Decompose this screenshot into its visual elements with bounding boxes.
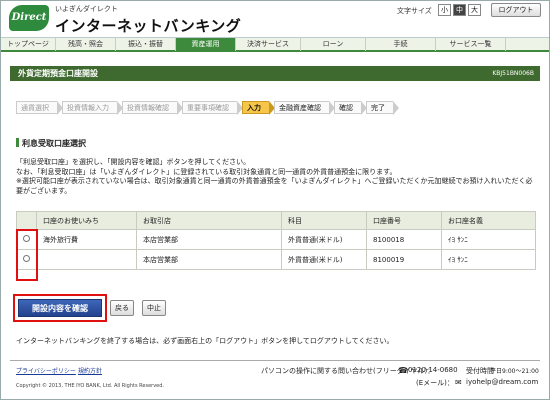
copyright: Copyright © 2013, THE IYO BANK, Ltd. All…	[16, 383, 165, 389]
nav-item-settlement[interactable]: 決済サービス	[236, 38, 301, 51]
footer-divider	[10, 360, 540, 361]
account-number-cell: 8100018	[366, 229, 442, 250]
header: Direct いよぎんダイレクト インターネットバンキング 文字サイズ 小 中 …	[1, 1, 549, 37]
table-header-select	[16, 211, 37, 230]
logout-button[interactable]: ログアウト	[491, 3, 541, 17]
screen-code: KBJ51BN006B	[492, 70, 534, 77]
direct-logo: Direct	[9, 5, 49, 31]
cancel-button[interactable]: 中止	[142, 300, 166, 316]
phone-number: 0120-14-0680	[408, 366, 458, 374]
button-highlight-box	[13, 294, 107, 322]
progress-steps: 通貨選択 投資情報入力 投資情報確認 重要事項確認 入力 金融資産確認 確認 完…	[16, 101, 399, 116]
account-number-cell: 8100019	[366, 249, 442, 270]
table-row[interactable]: 本店営業部 外貨普通(米ドル) 8100019 ｲﾖ ｻﾝﾆ	[16, 249, 536, 270]
nav-item-procedures[interactable]: 手続	[366, 38, 436, 51]
step-financial-assets: 金融資産確認	[274, 101, 335, 115]
nav-item-top[interactable]: トップページ	[1, 38, 56, 51]
instruction-line: なお、「利息受取口座」は「いよぎんダイレクト」に登録されている取引対象通貨と同一…	[16, 167, 397, 176]
section-heading: 利息受取口座選択	[16, 138, 86, 149]
terms-link[interactable]: 規約方針	[78, 366, 102, 375]
step-investment-confirm: 投資情報確認	[122, 101, 183, 115]
table-header-account-number: 口座番号	[366, 211, 442, 230]
instruction-line: 「利息受取口座」を選択し、「開設内容を確認」ボタンを押してください。	[16, 158, 251, 166]
hours: 平日9:00～21:00	[490, 368, 539, 375]
usage-cell	[36, 249, 137, 270]
mail-icon: ✉	[455, 378, 462, 387]
branch-cell: 本店営業部	[136, 249, 282, 270]
font-size-label: 文字サイズ	[397, 7, 432, 15]
email-label: (Eメール)：	[416, 379, 454, 387]
step-complete: 完了	[366, 101, 399, 115]
phone-icon: ☎	[398, 366, 408, 375]
step-input: 入力	[242, 101, 275, 115]
nav-item-balance[interactable]: 残高・照会	[56, 38, 116, 51]
account-holder-cell: ｲﾖ ｻﾝﾆ	[441, 229, 536, 250]
account-table: 口座のお使いみち お取引店 科目 口座番号 お口座名義 海外旅行費 本店営業部 …	[16, 211, 536, 270]
nav-item-service-list[interactable]: サービス一覧	[436, 38, 506, 51]
table-header-row: 口座のお使いみち お取引店 科目 口座番号 お口座名義	[16, 211, 536, 230]
step-investment-input: 投資情報入力	[62, 101, 123, 115]
brand-title: インターネットバンキング	[55, 17, 242, 35]
account-holder-cell: ｲﾖ ｻﾝﾆ	[441, 249, 536, 270]
subject-cell: 外貨普通(米ドル)	[281, 229, 367, 250]
instructions: 「利息受取口座」を選択し、「開設内容を確認」ボタンを押してください。 なお、「利…	[16, 158, 536, 196]
nav-item-transfer[interactable]: 振込・振替	[116, 38, 176, 51]
step-confirm: 確認	[334, 101, 367, 115]
logout-note: インターネットバンキングを終了する場合は、必ず画面右上の「ログアウト」ボタンを押…	[16, 337, 394, 345]
step-important-matters: 重要事項確認	[182, 101, 243, 115]
radio-highlight-box	[16, 229, 38, 281]
table-row[interactable]: 海外旅行費 本店営業部 外貨普通(米ドル) 8100018 ｲﾖ ｻﾝﾆ	[16, 229, 536, 250]
table-header-account-holder: お口座名義	[441, 211, 536, 230]
font-size-large-button[interactable]: 大	[468, 4, 481, 16]
email-address[interactable]: iyohelp@dream.com	[466, 378, 538, 386]
page-title-bar: 外貨定期預金口座開設 KBJ51BN006B	[10, 66, 540, 81]
usage-cell: 海外旅行費	[36, 229, 137, 250]
instruction-note: ※選択可能口座が表示されていない場合は、取引対象通貨と同一通貨の外貨普通預金を「…	[16, 177, 533, 195]
subject-cell: 外貨普通(米ドル)	[281, 249, 367, 270]
page-title: 外貨定期預金口座開設	[18, 69, 98, 78]
table-header-branch: お取引店	[136, 211, 282, 230]
font-size-medium-button[interactable]: 中	[453, 4, 466, 16]
back-button[interactable]: 戻る	[110, 300, 134, 316]
branch-cell: 本店営業部	[136, 229, 282, 250]
nav-item-loan[interactable]: ローン	[301, 38, 366, 51]
step-currency: 通貨選択	[16, 101, 63, 115]
main-nav: トップページ 残高・照会 振込・振替 資産運用 決済サービス ローン 手続 サー…	[1, 37, 549, 52]
privacy-policy-link[interactable]: プライバシーポリシー	[16, 366, 76, 375]
font-size-small-button[interactable]: 小	[438, 4, 451, 16]
nav-item-asset-management[interactable]: 資産運用	[176, 38, 236, 51]
table-header-usage: 口座のお使いみち	[36, 211, 137, 230]
brand-sub: いよぎんダイレクト	[55, 5, 118, 13]
table-header-subject: 科目	[281, 211, 367, 230]
